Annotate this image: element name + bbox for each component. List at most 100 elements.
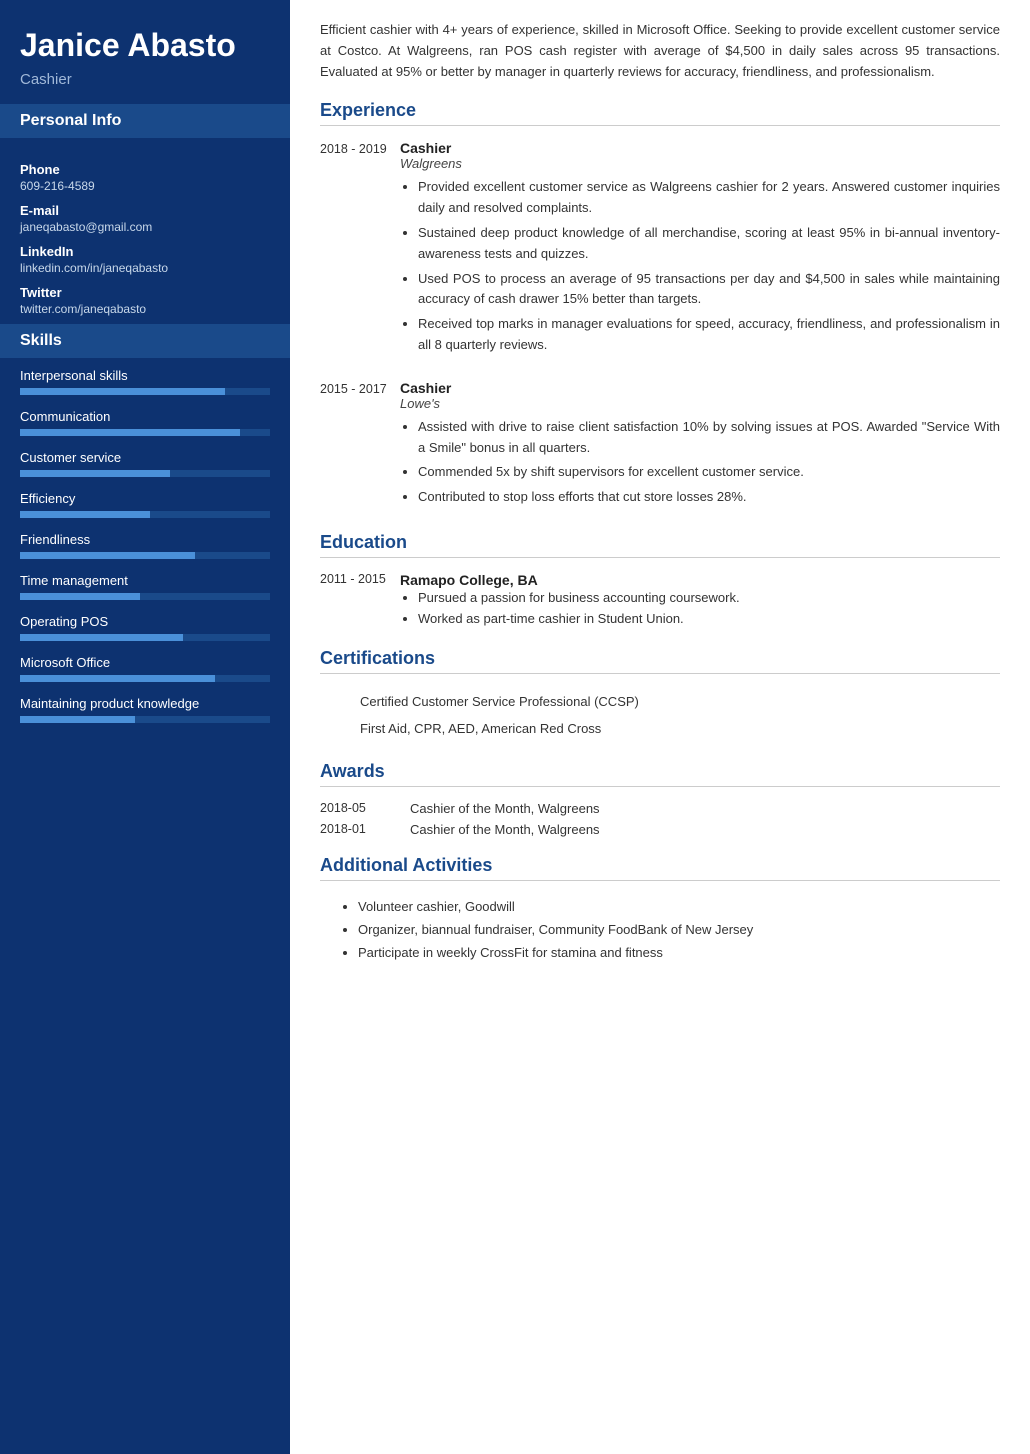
award-text: Cashier of the Month, Walgreens bbox=[410, 801, 600, 816]
award-block: 2018-05Cashier of the Month, Walgreens bbox=[320, 801, 1000, 816]
exp-bullet: Commended 5x by shift supervisors for ex… bbox=[418, 462, 1000, 483]
skill-name: Efficiency bbox=[20, 491, 270, 506]
exp-job-title: Cashier bbox=[400, 380, 1000, 396]
skill-bar-bg bbox=[20, 552, 270, 559]
skill-bar-fill bbox=[20, 675, 215, 682]
skill-bar-fill bbox=[20, 552, 195, 559]
skill-bar-bg bbox=[20, 716, 270, 723]
contact-label: Twitter bbox=[20, 285, 270, 300]
skill-bar-fill bbox=[20, 593, 140, 600]
activities-section-title: Additional Activities bbox=[320, 855, 1000, 881]
skill-bar-fill bbox=[20, 511, 150, 518]
experience-section-title: Experience bbox=[320, 100, 1000, 126]
skill-name: Time management bbox=[20, 573, 270, 588]
activity-item: Volunteer cashier, Goodwill bbox=[358, 895, 1000, 918]
award-block: 2018-01Cashier of the Month, Walgreens bbox=[320, 822, 1000, 837]
skills-header: Skills bbox=[0, 324, 290, 358]
experience-section: 2018 - 2019CashierWalgreensProvided exce… bbox=[320, 140, 1000, 512]
exp-date: 2015 - 2017 bbox=[320, 380, 400, 512]
skill-bar-fill bbox=[20, 388, 225, 395]
exp-bullets: Assisted with drive to raise client sati… bbox=[400, 417, 1000, 508]
education-section: 2011 - 2015Ramapo College, BAPursued a p… bbox=[320, 572, 1000, 630]
candidate-name: Janice Abasto bbox=[20, 28, 270, 63]
edu-bullet: Worked as part-time cashier in Student U… bbox=[418, 609, 1000, 630]
exp-bullet: Provided excellent customer service as W… bbox=[418, 177, 1000, 219]
edu-content: Ramapo College, BAPursued a passion for … bbox=[400, 572, 1000, 630]
personal-info-section: Phone 609-216-4589 E-mail janeqabasto@gmail… bbox=[0, 138, 290, 324]
cert-item: Certified Customer Service Professional … bbox=[320, 688, 1000, 716]
exp-content: CashierLowe's Assisted with drive to rais… bbox=[400, 380, 1000, 512]
skill-name: Interpersonal skills bbox=[20, 368, 270, 383]
skill-bar-bg bbox=[20, 388, 270, 395]
skill-bar-fill bbox=[20, 716, 135, 723]
award-date: 2018-01 bbox=[320, 822, 410, 837]
activities-list: Volunteer cashier, GoodwillOrganizer, bi… bbox=[320, 895, 1000, 965]
candidate-title: Cashier bbox=[20, 71, 270, 88]
cert-item: First Aid, CPR, AED, American Red Cross bbox=[320, 715, 1000, 743]
sidebar-header: Janice Abasto Cashier bbox=[0, 0, 290, 104]
edu-school: Ramapo College, BA bbox=[400, 572, 1000, 588]
skill-bar-bg bbox=[20, 511, 270, 518]
certifications-section-title: Certifications bbox=[320, 648, 1000, 674]
award-text: Cashier of the Month, Walgreens bbox=[410, 822, 600, 837]
skill-name: Customer service bbox=[20, 450, 270, 465]
exp-bullets: Provided excellent customer service as W… bbox=[400, 177, 1000, 355]
contact-label: Phone bbox=[20, 162, 270, 177]
exp-bullet: Sustained deep product knowledge of all … bbox=[418, 223, 1000, 265]
skill-name: Friendliness bbox=[20, 532, 270, 547]
skill-item: Operating POS bbox=[20, 614, 270, 641]
skill-bar-bg bbox=[20, 634, 270, 641]
summary-text: Efficient cashier with 4+ years of exper… bbox=[320, 20, 1000, 82]
skill-bar-fill bbox=[20, 634, 183, 641]
exp-company: Lowe's bbox=[400, 396, 1000, 411]
award-date: 2018-05 bbox=[320, 801, 410, 816]
personal-info-header: Personal Info bbox=[0, 104, 290, 138]
skill-item: Communication bbox=[20, 409, 270, 436]
contact-value: 609-216-4589 bbox=[20, 179, 270, 193]
education-block: 2011 - 2015Ramapo College, BAPursued a p… bbox=[320, 572, 1000, 630]
skill-item: Time management bbox=[20, 573, 270, 600]
exp-bullet: Assisted with drive to raise client sati… bbox=[418, 417, 1000, 459]
skill-item: Microsoft Office bbox=[20, 655, 270, 682]
skill-bar-bg bbox=[20, 675, 270, 682]
edu-date: 2011 - 2015 bbox=[320, 572, 400, 630]
contact-value: linkedin.com/in/janeqabasto bbox=[20, 261, 270, 275]
awards-section-title: Awards bbox=[320, 761, 1000, 787]
skill-item: Customer service bbox=[20, 450, 270, 477]
experience-block: 2015 - 2017CashierLowe's Assisted with dr… bbox=[320, 380, 1000, 512]
main-content: Efficient cashier with 4+ years of exper… bbox=[290, 0, 1030, 1454]
activity-item: Organizer, biannual fundraiser, Communit… bbox=[358, 918, 1000, 941]
exp-bullet: Received top marks in manager evaluation… bbox=[418, 314, 1000, 356]
activities-section: Volunteer cashier, GoodwillOrganizer, bi… bbox=[320, 895, 1000, 965]
skill-item: Interpersonal skills bbox=[20, 368, 270, 395]
exp-company: Walgreens bbox=[400, 156, 1000, 171]
awards-section: 2018-05Cashier of the Month, Walgreens20… bbox=[320, 801, 1000, 837]
skill-bar-fill bbox=[20, 470, 170, 477]
skill-name: Operating POS bbox=[20, 614, 270, 629]
skill-bar-bg bbox=[20, 470, 270, 477]
certifications-section: Certified Customer Service Professional … bbox=[320, 688, 1000, 743]
sidebar: Janice Abasto Cashier Personal Info Phon… bbox=[0, 0, 290, 1454]
exp-date: 2018 - 2019 bbox=[320, 140, 400, 359]
activity-item: Participate in weekly CrossFit for stami… bbox=[358, 941, 1000, 964]
edu-bullets: Pursued a passion for business accountin… bbox=[400, 588, 1000, 630]
skill-name: Maintaining product knowledge bbox=[20, 696, 270, 711]
contact-label: E-mail bbox=[20, 203, 270, 218]
contact-label: LinkedIn bbox=[20, 244, 270, 259]
contact-value: janeqabasto@gmail.com bbox=[20, 220, 270, 234]
education-section-title: Education bbox=[320, 532, 1000, 558]
skill-bar-bg bbox=[20, 593, 270, 600]
experience-block: 2018 - 2019CashierWalgreensProvided exce… bbox=[320, 140, 1000, 359]
contact-value: twitter.com/janeqabasto bbox=[20, 302, 270, 316]
exp-content: CashierWalgreensProvided excellent custo… bbox=[400, 140, 1000, 359]
skill-bar-bg bbox=[20, 429, 270, 436]
skill-bar-fill bbox=[20, 429, 240, 436]
edu-bullet: Pursued a passion for business accountin… bbox=[418, 588, 1000, 609]
skill-item: Maintaining product knowledge bbox=[20, 696, 270, 723]
skill-item: Friendliness bbox=[20, 532, 270, 559]
skill-name: Microsoft Office bbox=[20, 655, 270, 670]
skills-section: Interpersonal skills Communication Custome… bbox=[0, 358, 290, 747]
exp-bullet: Used POS to process an average of 95 tra… bbox=[418, 269, 1000, 311]
skill-item: Efficiency bbox=[20, 491, 270, 518]
exp-bullet: Contributed to stop loss efforts that cu… bbox=[418, 487, 1000, 508]
